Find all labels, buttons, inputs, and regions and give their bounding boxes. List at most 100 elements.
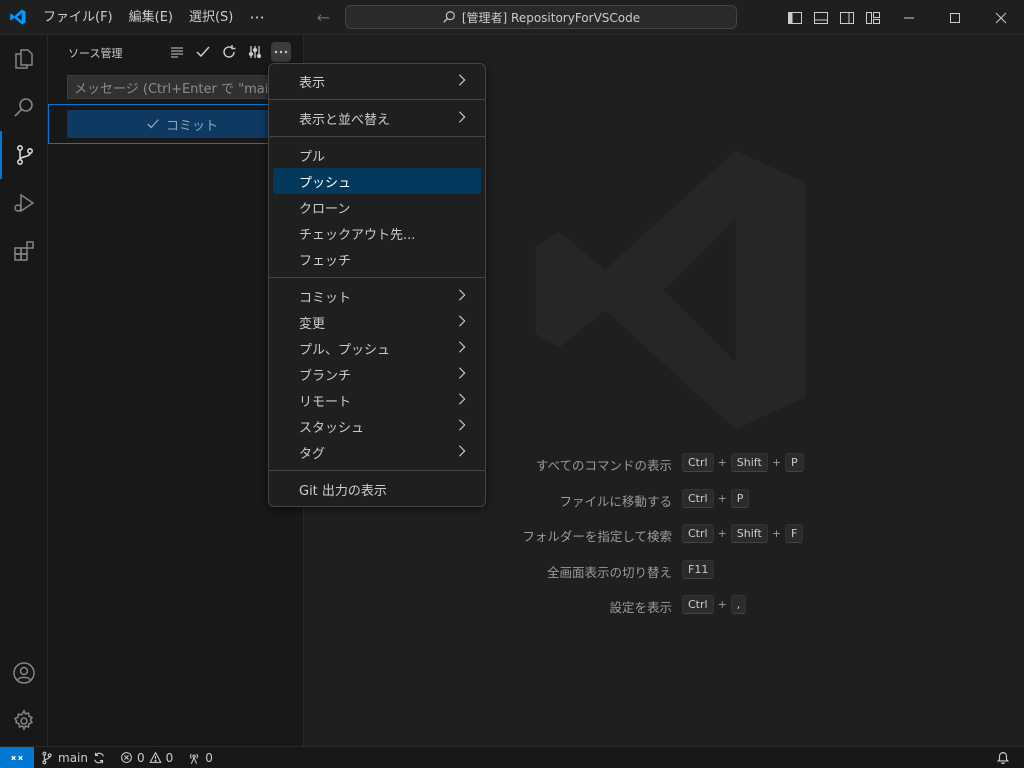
ports-status[interactable]: 0 (187, 751, 213, 765)
vscode-watermark-icon (535, 150, 806, 430)
customize-layout-icon[interactable] (864, 9, 882, 27)
menu-item-label: チェックアウト先... (299, 227, 416, 243)
search-icon[interactable] (0, 83, 48, 131)
menu-item[interactable]: リモート (273, 387, 481, 413)
broadcast-icon (190, 753, 199, 764)
keybinding-key: Ctrl (682, 488, 714, 508)
run-debug-icon[interactable] (0, 179, 48, 227)
key-plus: + (717, 456, 727, 469)
shortcut-row[interactable]: 設定を表示 Ctrl +, (504, 595, 864, 615)
view-as-tree-icon[interactable] (167, 42, 187, 62)
more-actions-context-menu: 表示表示と並べ替え プルプッシュクローンチェックアウト先... フェッチコミット変更… (268, 63, 486, 507)
menu-item[interactable]: タグ (273, 439, 481, 465)
remote-icon (11, 755, 23, 760)
commit-button[interactable]: コミット (67, 110, 297, 138)
search-icon (443, 11, 455, 23)
chevron-right-icon (458, 367, 466, 379)
menu-item[interactable]: チェックアウト先... (273, 220, 481, 246)
command-center-text: [管理者] RepositoryForVSCode (461, 10, 641, 25)
menu-item-label: タグ (299, 446, 326, 462)
keybinding-key: Ctrl (682, 524, 714, 543)
chevron-right-icon (458, 315, 466, 327)
back-arrow-icon[interactable]: ← (317, 8, 330, 27)
settings-gear-icon[interactable] (0, 697, 48, 745)
checkmark-icon (147, 119, 159, 129)
menu-separator (269, 99, 485, 100)
shortcut-row[interactable]: フォルダーを指定して検索 Ctrl + Shift + F (504, 524, 864, 544)
remote-indicator[interactable] (0, 746, 34, 768)
menu-item[interactable]: 表示 (273, 68, 481, 94)
branch-icon (42, 751, 52, 764)
chevron-right-icon (458, 445, 466, 457)
toggle-primary-sidebar-icon[interactable] (786, 9, 804, 27)
menu-item[interactable]: プル、プッシュ (273, 335, 481, 361)
keybinding-key: Ctrl (682, 453, 714, 472)
menu-file[interactable]: ファイル(F) (35, 0, 121, 35)
menu-item-label: プッシュ (299, 175, 352, 191)
vscode-logo-icon (0, 0, 35, 35)
problems-status[interactable]: 0 0 (120, 751, 173, 765)
error-icon (121, 752, 132, 763)
maximize-icon[interactable] (932, 0, 978, 35)
more-actions-button[interactable] (271, 42, 291, 62)
source-control-sidebar: ソース管理 メッセージ (Ctrl+Enter で "main" コミット (48, 35, 304, 746)
menu-item[interactable]: スタッシュ (273, 413, 481, 439)
menu-item-label: プル (299, 149, 326, 165)
menu-item-label: 表示 (299, 75, 326, 91)
key-plus: + (717, 527, 727, 540)
explorer-icon[interactable] (0, 35, 48, 83)
warning-icon (148, 751, 162, 763)
keybinding-key: Shift (730, 524, 768, 543)
branch-status[interactable]: main (40, 751, 106, 765)
menu-more-button[interactable]: ··· (241, 8, 272, 27)
menu-item[interactable]: コミット (273, 283, 481, 309)
shortcut-row[interactable]: ファイルに移動する Ctrl + P (504, 488, 864, 509)
chevron-right-icon (458, 341, 466, 353)
commit-message-input[interactable]: メッセージ (Ctrl+Enter で "main" (67, 75, 297, 99)
extensions-icon[interactable] (0, 227, 48, 275)
sync-icon[interactable] (92, 751, 106, 765)
refresh-icon[interactable] (219, 42, 239, 62)
menu-item-label: プル、プッシュ (299, 342, 391, 358)
key-plus: + (771, 456, 782, 469)
menu-item[interactable]: ブランチ (273, 361, 481, 387)
menu-item[interactable]: 変更 (273, 309, 481, 335)
account-icon[interactable] (0, 649, 48, 697)
ports-count: 0 (205, 750, 213, 765)
source-control-icon[interactable] (0, 131, 48, 179)
menu-item-label: 表示と並べ替え (299, 112, 391, 128)
menu-item[interactable]: フェッチ (273, 246, 481, 272)
menu-item[interactable]: クローン (273, 194, 481, 220)
toggle-panel-icon[interactable] (812, 9, 830, 27)
close-icon[interactable] (978, 0, 1024, 35)
menu-item-label: ブランチ (299, 368, 352, 384)
toggle-secondary-sidebar-icon[interactable] (838, 9, 856, 27)
keybinding-key: Ctrl (682, 595, 714, 614)
menu-separator (269, 136, 485, 137)
shortcut-label: 設定を表示 (609, 600, 672, 615)
shortcut-label: ファイルに移動する (559, 493, 672, 509)
menu-item[interactable]: プル (273, 142, 481, 168)
menu-item[interactable]: プッシュ (273, 168, 481, 194)
notifications-bell-icon[interactable] (996, 750, 1010, 764)
menu-item[interactable]: Git 出力の表示 (273, 476, 481, 502)
menu-edit[interactable]: 編集(E) (121, 0, 181, 35)
shortcut-row[interactable]: 全画面表示の切り替え F11 (504, 559, 864, 580)
keybinding-key: Shift (730, 453, 768, 472)
graph-icon[interactable] (245, 42, 265, 62)
chevron-right-icon (458, 419, 466, 431)
command-center-search[interactable]: [管理者] RepositoryForVSCode (345, 5, 737, 29)
chevron-right-icon (458, 289, 466, 301)
menu-selection[interactable]: 選択(S) (181, 0, 241, 35)
commit-button-label: コミット (165, 118, 218, 134)
shortcut-row[interactable]: すべてのコマンドの表示 Ctrl + Shift + P (504, 453, 864, 473)
commit-check-icon[interactable] (193, 42, 213, 62)
shortcut-label: すべてのコマンドの表示 (535, 458, 672, 473)
minimize-icon[interactable] (886, 0, 932, 35)
key-plus: + (771, 527, 782, 540)
chevron-right-icon (458, 111, 466, 123)
chevron-right-icon (458, 393, 466, 405)
keybinding-key: , (730, 595, 747, 614)
menu-item-label: 変更 (299, 316, 326, 332)
menu-item[interactable]: 表示と並べ替え (273, 105, 481, 131)
